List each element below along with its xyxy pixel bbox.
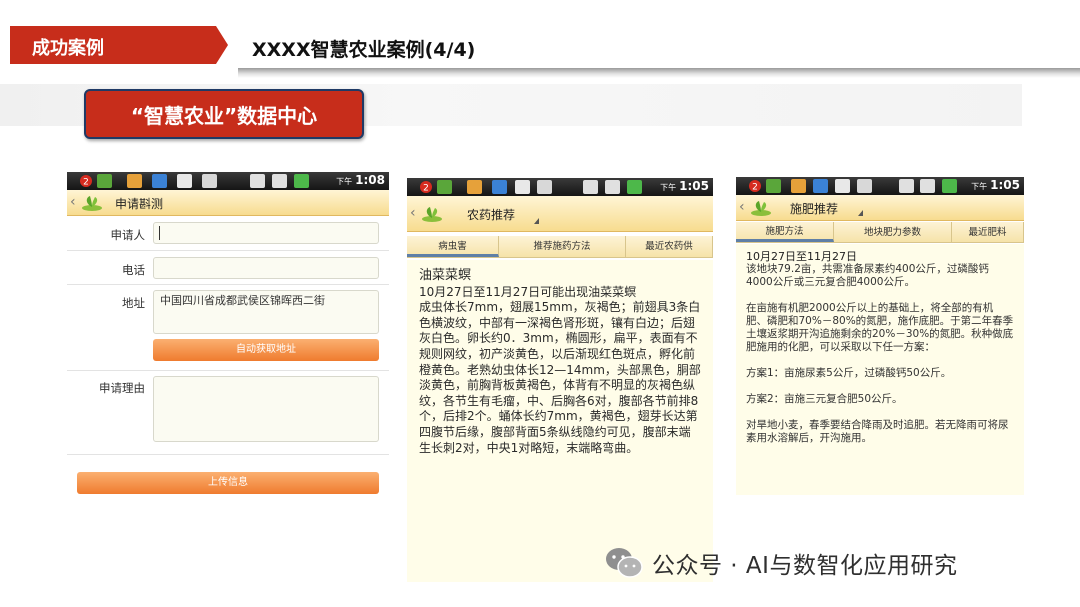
address-label: 地址 [122, 296, 145, 310]
app-icon [467, 180, 482, 194]
phone-input[interactable] [153, 257, 379, 279]
notification-badge-icon: 2 [749, 180, 761, 193]
tab-supply[interactable]: 最近农药供 [626, 236, 713, 257]
message-icon [97, 174, 112, 188]
phone-screen-pesticide: 2 下午 1:05 ‹ 农药推荐 病虫害 推荐施药方法 最近农药供 油菜菜螟 10… [407, 178, 713, 582]
sync-icon [492, 180, 507, 194]
notification-badge-icon: 2 [80, 175, 92, 188]
pest-heading: 油菜菜螟 [419, 268, 472, 283]
divider [67, 250, 389, 251]
wifi-icon [583, 180, 598, 194]
status-bar: 2 下午 1:08 [67, 172, 389, 190]
tab-soil-parameters[interactable]: 地块肥力参数 [834, 222, 952, 242]
header-divider [238, 68, 1080, 78]
dropdown-indicator-icon[interactable] [534, 218, 539, 224]
message-icon [766, 179, 781, 193]
tab-pests[interactable]: 病虫害 [407, 236, 499, 257]
wifi-icon [899, 179, 914, 193]
usb-icon [177, 174, 192, 188]
phone-screen-fertilizer: 2 下午 1:05 ‹ 施肥推荐 施肥方法 地块肥力参数 最近肥料 10月27日至… [736, 177, 1024, 495]
title-bar: ‹ 农药推荐 [407, 196, 713, 232]
signal-icon [920, 179, 935, 193]
watermark: 公众号 · AI与数智化应用研究 [604, 545, 957, 581]
content-area: 10月27日至11月27日 该地块79.2亩，共需准备尿素约400公斤，过磷酸钙… [736, 244, 1024, 495]
title-bar: ‹ 施肥推荐 [736, 195, 1024, 221]
app-icon [791, 179, 806, 193]
svg-text:2: 2 [423, 184, 429, 194]
tab-fertilizing-method[interactable]: 施肥方法 [736, 222, 834, 242]
status-time: 下午 1:05 [660, 179, 709, 193]
phone-screen-apply: 2 下午 1:08 ‹ 申请斟测 申请人 电话 地址 中国四川省成都武侯区锦晖西二… [67, 172, 389, 502]
svg-text:2: 2 [752, 183, 758, 193]
tab-recent-fertilizer[interactable]: 最近肥料 [952, 222, 1024, 242]
upload-button[interactable]: 上传信息 [77, 472, 379, 494]
battery-icon [942, 179, 957, 193]
leaf-logo-icon [751, 201, 771, 216]
data-center-label: “智慧农业”数据中心 [84, 89, 364, 139]
status-time: 下午 1:05 [971, 178, 1020, 192]
content-area: 油菜菜螟 10月27日至11月27日可能出现油菜菜螟 成虫体长7mm，翅展15m… [407, 260, 713, 582]
auto-address-button[interactable]: 自动获取地址 [153, 339, 379, 361]
section-tag: 成功案例 [10, 26, 228, 64]
screen-title: 申请斟测 [115, 197, 164, 211]
leaf-logo-icon [422, 207, 442, 222]
reason-label: 申请理由 [99, 381, 145, 395]
phone-label: 电话 [122, 263, 145, 277]
title-bar: ‹ 申请斟测 [67, 190, 389, 216]
back-icon[interactable]: ‹ [410, 205, 416, 221]
sync-icon [813, 179, 828, 193]
status-bar: 2 下午 1:05 [407, 178, 713, 196]
app-icon [127, 174, 142, 188]
android-icon [202, 174, 217, 188]
dropdown-indicator-icon[interactable] [858, 210, 863, 216]
fertilizer-description: 该地块79.2亩，共需准备尿素约400公斤，过磷酸钙4000公斤或三元复合肥40… [746, 263, 1014, 444]
android-icon [537, 180, 552, 194]
applicant-label: 申请人 [110, 228, 146, 242]
battery-icon [627, 180, 642, 194]
wechat-icon [606, 548, 643, 578]
reason-input[interactable] [153, 376, 379, 442]
message-icon [437, 180, 452, 194]
tab-bar: 施肥方法 地块肥力参数 最近肥料 [736, 222, 1024, 243]
status-bar: 2 下午 1:05 [736, 177, 1024, 195]
notification-badge-icon: 2 [420, 181, 432, 194]
signal-icon [605, 180, 620, 194]
text-cursor [159, 226, 160, 240]
battery-icon [294, 174, 309, 188]
address-input[interactable]: 中国四川省成都武侯区锦晖西二街 [153, 290, 379, 334]
android-icon [857, 179, 872, 193]
screen-title: 农药推荐 [467, 208, 516, 222]
status-time: 下午 1:08 [336, 173, 385, 187]
watermark-text: 公众号 · AI与数智化应用研究 [652, 553, 958, 579]
back-icon[interactable]: ‹ [739, 199, 745, 215]
section-tag-label: 成功案例 [32, 38, 104, 59]
leaf-logo-icon [82, 196, 102, 211]
divider [67, 284, 389, 285]
divider [67, 370, 389, 371]
screen-title: 施肥推荐 [790, 202, 839, 216]
tab-bar: 病虫害 推荐施药方法 最近农药供 [407, 236, 713, 258]
page-title: XXXX智慧农业案例(4/4) [252, 39, 476, 61]
fertilizer-period: 10月27日至11月27日 [746, 250, 857, 263]
applicant-input[interactable] [153, 222, 379, 244]
pest-description: 10月27日至11月27日可能出现油菜菜螟 成虫体长7mm，翅展15mm，灰褐色… [419, 284, 701, 455]
wifi-icon [250, 174, 265, 188]
tab-method[interactable]: 推荐施药方法 [499, 236, 626, 257]
svg-text:2: 2 [83, 178, 89, 188]
back-icon[interactable]: ‹ [70, 194, 76, 210]
divider [67, 454, 389, 455]
sync-icon [152, 174, 167, 188]
usb-icon [835, 179, 850, 193]
usb-icon [515, 180, 530, 194]
signal-icon [272, 174, 287, 188]
